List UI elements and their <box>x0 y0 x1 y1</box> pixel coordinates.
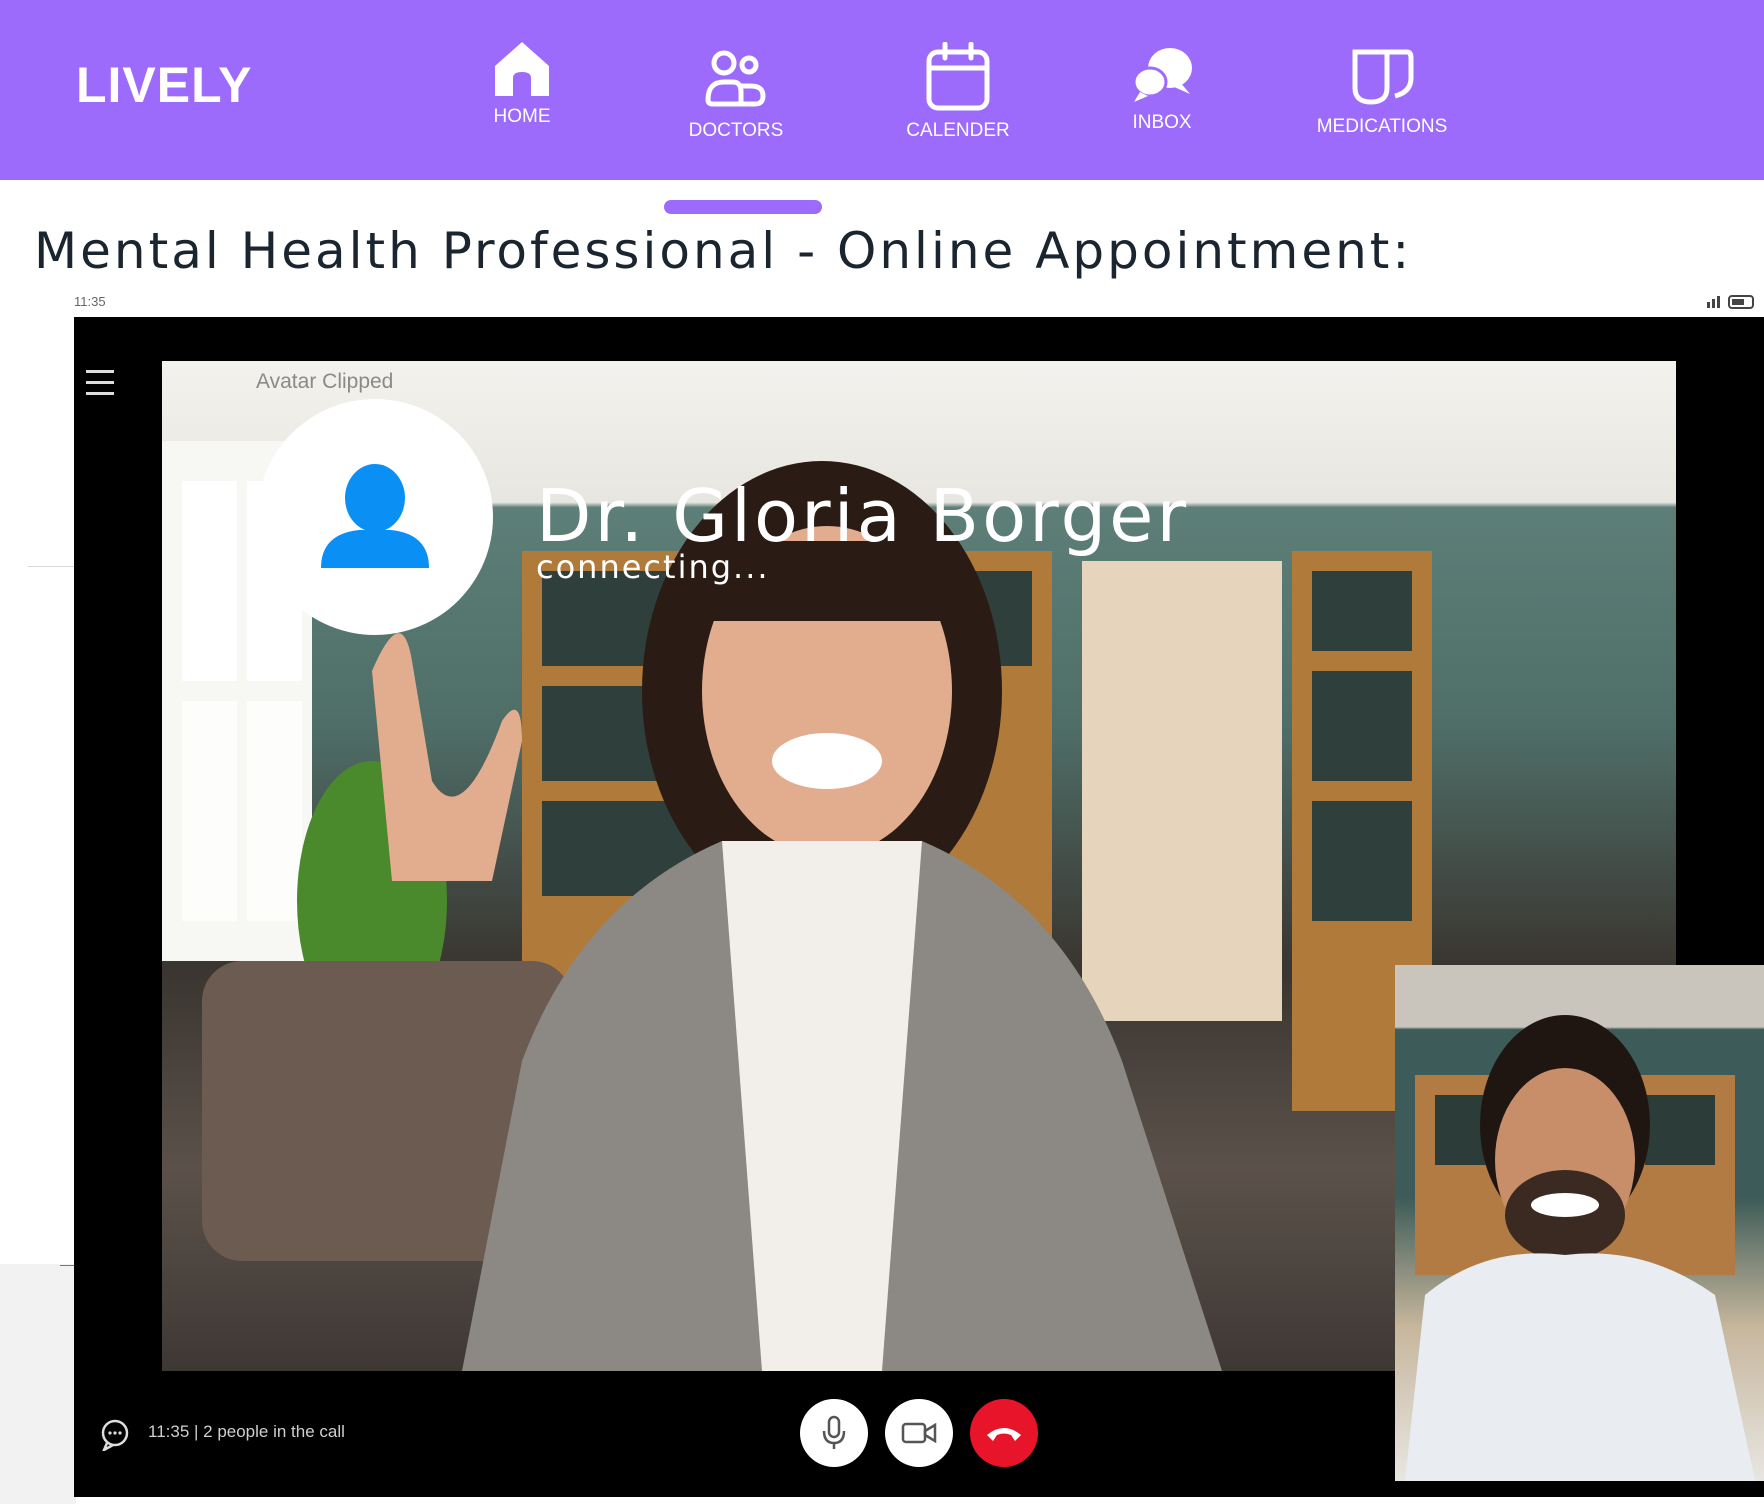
end-call-button[interactable] <box>970 1399 1038 1467</box>
nav-label-home: HOME <box>493 106 551 127</box>
user-avatar-icon <box>321 464 429 568</box>
doctor-name: Dr. Gloria Borger <box>536 474 1190 558</box>
page-title: Mental Health Professional - Online Appo… <box>34 222 1413 280</box>
calendar-icon <box>926 42 990 111</box>
doctor-avatar <box>257 399 493 635</box>
avatar-caption: Avatar Clipped <box>256 370 394 393</box>
nav-label-calender: CALENDER <box>906 120 1010 141</box>
hang-up-icon <box>987 1428 1021 1441</box>
hamburger-menu-icon[interactable] <box>86 368 114 398</box>
signal-battery-icon <box>1707 295 1754 309</box>
nav-item-inbox[interactable]: INBOX <box>1052 38 1272 134</box>
chat-icon <box>1132 48 1192 102</box>
nav-item-calender[interactable]: CALENDER <box>848 38 1068 142</box>
nav-item-medications[interactable]: MEDICATIONS <box>1272 38 1492 138</box>
self-video-preview[interactable] <box>1395 965 1764 1481</box>
microphone-button[interactable] <box>800 1399 868 1467</box>
doctors-icon <box>705 50 766 107</box>
call-info-text: 11:35 | 2 people in the call <box>148 1422 345 1441</box>
camera-button[interactable] <box>885 1399 953 1467</box>
background-panel <box>0 1264 76 1504</box>
status-bar-time: 11:35 <box>74 294 106 309</box>
camera-icon <box>901 1422 937 1444</box>
nav-item-doctors[interactable]: DOCTORS <box>626 38 846 142</box>
active-tab-indicator <box>664 200 822 214</box>
medications-icon <box>1352 49 1414 105</box>
top-nav-bar: LIVELY HOME DOCTORS CALENDER INBOX MEDIC… <box>0 0 1764 180</box>
home-icon <box>495 42 549 96</box>
brand-logo[interactable]: LIVELY <box>76 56 252 114</box>
divider-line <box>28 566 74 567</box>
call-status: connecting... <box>536 548 770 586</box>
nav-label-inbox: INBOX <box>1132 112 1192 133</box>
microphone-icon <box>822 1415 846 1449</box>
patient-video-illustration <box>1405 1015 1755 1481</box>
nav-label-doctors: DOCTORS <box>688 120 784 141</box>
nav-label-medications: MEDICATIONS <box>1316 116 1448 137</box>
nav-item-home[interactable]: HOME <box>412 38 632 128</box>
chat-bubble-icon[interactable] <box>100 1419 130 1451</box>
